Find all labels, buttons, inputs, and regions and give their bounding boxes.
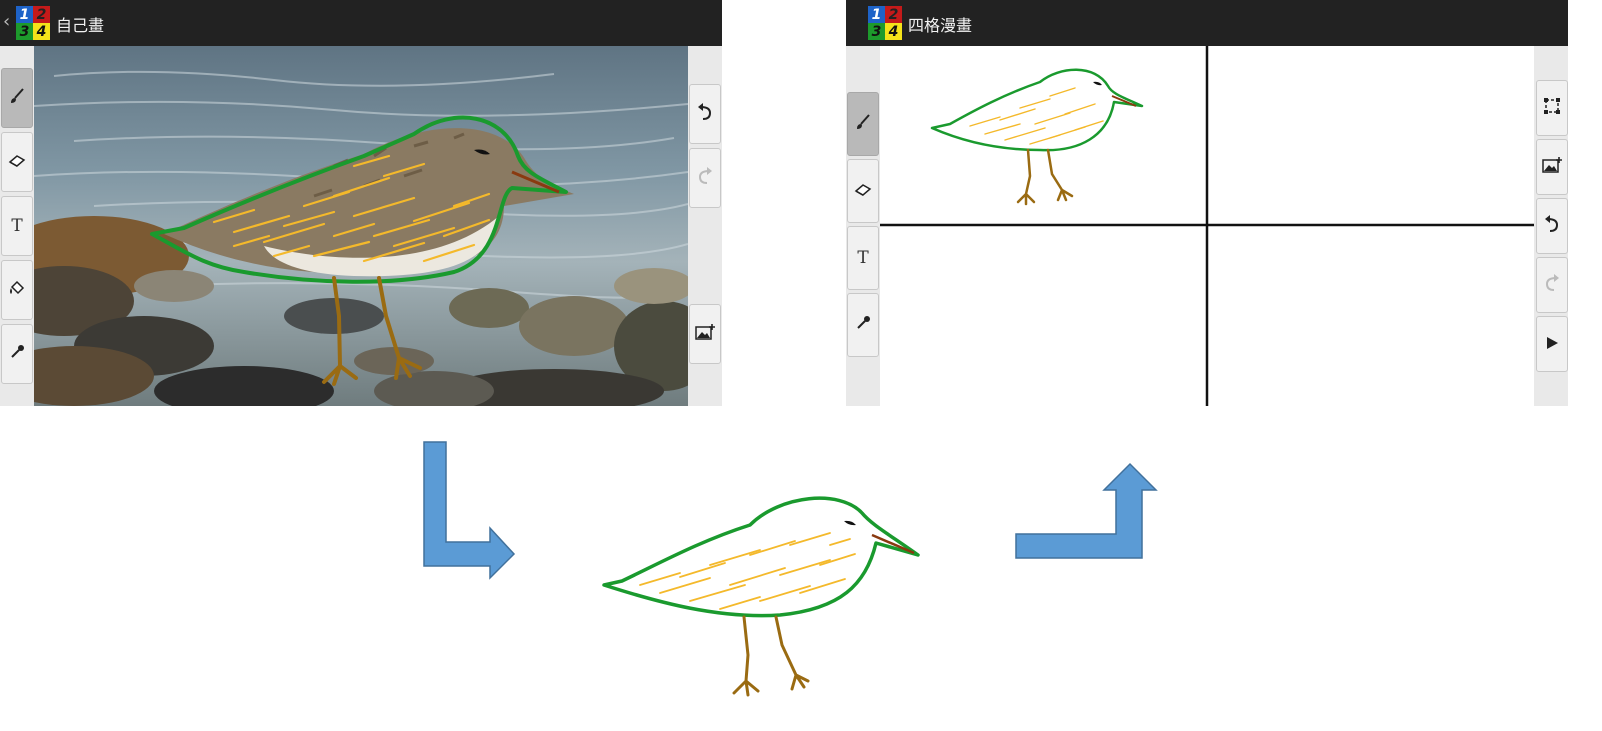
left-toolbar: T (0, 46, 34, 406)
undo-icon (697, 103, 713, 125)
eyedropper-tool-button[interactable] (847, 293, 879, 357)
fill-tool-button[interactable] (1, 260, 33, 320)
right-toolbar (688, 46, 722, 406)
redo-button[interactable] (689, 148, 721, 208)
brush-tool-button[interactable] (1, 68, 33, 128)
logo-digit-1: 1 (16, 6, 33, 23)
redo-button[interactable] (1536, 257, 1568, 313)
back-icon[interactable]: ‹ (3, 11, 10, 32)
redo-icon (697, 167, 713, 189)
right-title-bar: 1 2 3 4 四格漫畫 (846, 0, 1568, 46)
right-app-screen: 1 2 3 4 四格漫畫 T (846, 0, 1568, 406)
undo-icon (1544, 215, 1560, 237)
comic-canvas[interactable] (880, 46, 1534, 406)
brush-icon (9, 88, 25, 108)
logo-digit-2: 2 (885, 6, 902, 23)
extracted-bird-drawing (602, 496, 920, 697)
eyedropper-icon (855, 315, 871, 335)
select-frame-icon (1543, 97, 1561, 119)
process-arrow-right-up (1015, 462, 1158, 559)
eraser-icon (8, 153, 26, 172)
text-tool-icon: T (11, 216, 23, 236)
brush-tool-button[interactable] (847, 92, 879, 156)
text-tool-button[interactable]: T (847, 226, 879, 290)
left-title-bar: ‹ 1 2 3 4 自己畫 (0, 0, 722, 46)
play-icon (1545, 335, 1559, 354)
brush-icon (855, 114, 871, 134)
process-arrow-down-right (423, 441, 516, 580)
eraser-icon (854, 182, 872, 201)
logo-digit-4: 4 (885, 23, 902, 40)
photo-canvas[interactable] (34, 46, 688, 406)
text-tool-button[interactable]: T (1, 196, 33, 256)
app-logo: 1 2 3 4 (868, 6, 902, 40)
add-image-button[interactable] (689, 304, 721, 364)
right-toolbar (1534, 46, 1568, 406)
page-title: 自己畫 (56, 16, 105, 35)
page-title: 四格漫畫 (908, 16, 973, 35)
paint-bucket-icon (8, 279, 26, 301)
logo-digit-4: 4 (33, 23, 50, 40)
eyedropper-tool-button[interactable] (1, 324, 33, 384)
left-app-screen: ‹ 1 2 3 4 自己畫 T (0, 0, 722, 406)
play-button[interactable] (1536, 316, 1568, 372)
logo-digit-3: 3 (868, 23, 885, 40)
eraser-tool-button[interactable] (1, 132, 33, 192)
add-image-button[interactable] (1536, 139, 1568, 195)
logo-digit-1: 1 (868, 6, 885, 23)
eyedropper-icon (9, 344, 25, 364)
undo-button[interactable] (1536, 198, 1568, 254)
select-frame-button[interactable] (1536, 80, 1568, 136)
left-toolbar: T (846, 46, 880, 406)
logo-digit-2: 2 (33, 6, 50, 23)
add-image-icon (695, 324, 715, 344)
redo-icon (1544, 274, 1560, 296)
text-tool-icon: T (857, 248, 869, 268)
app-logo: 1 2 3 4 (16, 6, 50, 40)
eraser-tool-button[interactable] (847, 159, 879, 223)
add-image-icon (1542, 157, 1562, 177)
undo-button[interactable] (689, 84, 721, 144)
logo-digit-3: 3 (16, 23, 33, 40)
